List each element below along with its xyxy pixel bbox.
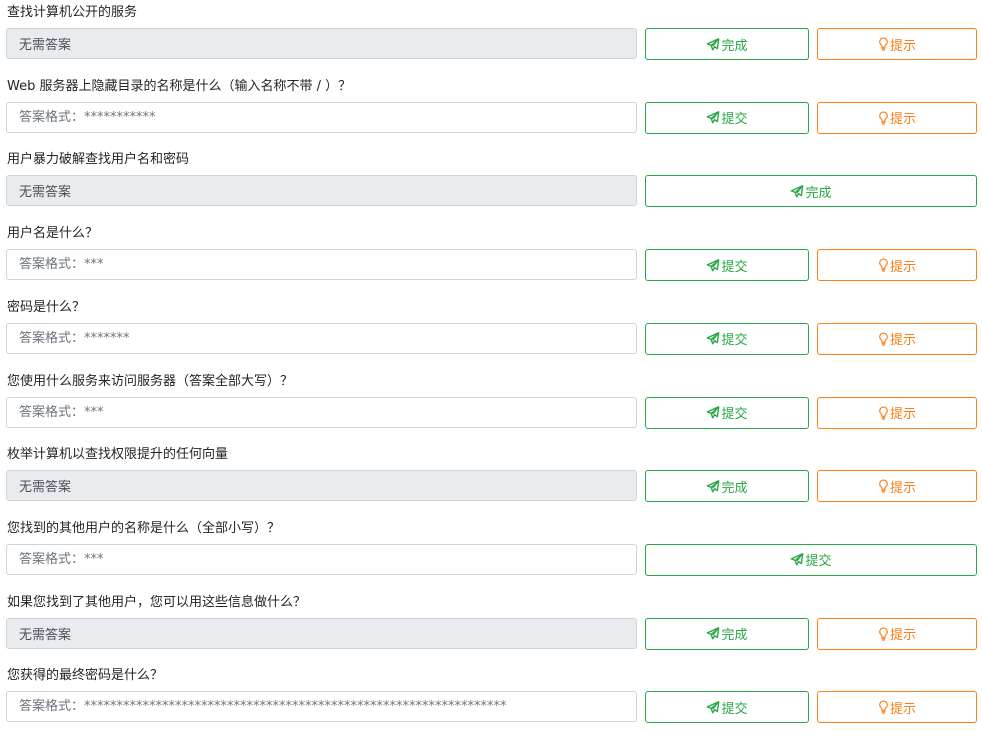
answer-input[interactable] xyxy=(6,617,637,649)
lightbulb-icon xyxy=(878,332,889,346)
answer-input[interactable] xyxy=(6,175,637,207)
question-text: 您获得的最终密码是什么？ xyxy=(7,668,164,684)
submit-label: 提交 xyxy=(721,112,748,128)
hint-label: 提示 xyxy=(889,407,916,422)
lightbulb-icon xyxy=(878,627,889,641)
answer-input[interactable] xyxy=(6,101,637,133)
hint-button[interactable]: 提示 xyxy=(817,101,977,134)
question-row: 用户暴力破解查找用户名和密码完成 xyxy=(0,149,982,223)
lightbulb-icon xyxy=(878,405,889,420)
submit-label: 提交 xyxy=(721,701,748,717)
submit-button[interactable]: 提交 xyxy=(645,543,977,576)
question-row: 您使用什么服务来访问服务器（答案全部大写）？ 提交 提示 xyxy=(0,371,982,445)
paper-plane-icon xyxy=(706,479,720,493)
lightbulb-icon xyxy=(878,258,889,272)
submit-label: 完成 xyxy=(805,185,832,201)
hint-label: 提示 xyxy=(889,112,916,128)
hint-label: 提示 xyxy=(889,701,916,717)
question-text: Web 服务器上隐藏目录的名称是什么（输入名称不带 / ）？ xyxy=(7,78,352,94)
hint-label: 提示 xyxy=(889,333,916,349)
complete-button[interactable]: 完成 xyxy=(645,470,809,503)
question-text: 密码是什么？ xyxy=(7,299,86,315)
question-text: 枚举计算机以查找权限提升的任何向量 xyxy=(7,447,229,463)
question-row: 您找到的其他用户的名称是什么（全部小写）？ 提交 xyxy=(0,518,982,592)
lightbulb-icon xyxy=(878,111,889,125)
answer-input[interactable] xyxy=(6,28,637,59)
answer-input[interactable] xyxy=(6,322,637,354)
question-row: 密码是什么？ 提交 提示 xyxy=(0,297,982,371)
hint-label: 提示 xyxy=(889,480,916,496)
question-row: 您获得的最终密码是什么？ 提交 提示 xyxy=(0,665,982,739)
answer-input[interactable] xyxy=(6,543,637,575)
paper-plane-icon xyxy=(790,553,804,566)
hint-button[interactable]: 提示 xyxy=(817,617,977,650)
hint-button[interactable]: 提示 xyxy=(817,691,977,724)
question-text: 用户暴力破解查找用户名和密码 xyxy=(7,152,190,168)
hint-button[interactable]: 提示 xyxy=(817,470,977,503)
submit-label: 完成 xyxy=(721,480,748,496)
hint-button[interactable]: 提示 xyxy=(817,249,977,282)
question-row: 查找计算机公开的服务完成 提示 xyxy=(0,2,982,76)
hint-button[interactable]: 提示 xyxy=(817,322,977,355)
paper-plane-icon xyxy=(706,700,720,714)
answer-input[interactable] xyxy=(6,470,637,502)
complete-button[interactable]: 完成 xyxy=(645,28,809,60)
submit-label: 提交 xyxy=(721,259,748,275)
question-text: 如果您找到了其他用户，您可以用这些信息做什么？ xyxy=(7,594,307,610)
hint-label: 提示 xyxy=(889,628,916,644)
paper-plane-icon xyxy=(706,332,720,345)
submit-button[interactable]: 提交 xyxy=(645,322,809,355)
question-text: 用户名是什么？ xyxy=(7,226,99,242)
question-row: 枚举计算机以查找权限提升的任何向量完成 提示 xyxy=(0,444,982,518)
hint-button[interactable]: 提示 xyxy=(817,28,977,60)
paper-plane-icon xyxy=(790,185,804,198)
question-text: 查找计算机公开的服务 xyxy=(7,5,138,20)
hint-button[interactable]: 提示 xyxy=(817,396,977,429)
question-row: 用户名是什么？ 提交 提示 xyxy=(0,223,982,297)
answer-input[interactable] xyxy=(6,396,637,428)
answer-input[interactable] xyxy=(6,249,637,281)
paper-plane-icon xyxy=(706,627,720,640)
question-text: 您找到的其他用户的名称是什么（全部小写）？ xyxy=(7,520,281,536)
submit-button[interactable]: 提交 xyxy=(645,691,809,724)
lightbulb-icon xyxy=(878,700,889,714)
submit-label: 提交 xyxy=(721,407,748,422)
paper-plane-icon xyxy=(706,37,720,51)
answer-input[interactable] xyxy=(6,691,637,723)
lightbulb-icon xyxy=(878,37,889,51)
paper-plane-icon xyxy=(706,111,720,124)
submit-label: 提交 xyxy=(721,333,748,349)
submit-button[interactable]: 提交 xyxy=(645,249,809,282)
paper-plane-icon xyxy=(706,406,720,419)
question-text: 您使用什么服务来访问服务器（答案全部大写）？ xyxy=(7,373,294,389)
submit-label: 完成 xyxy=(721,38,748,54)
complete-button[interactable]: 完成 xyxy=(645,617,809,650)
question-row: Web 服务器上隐藏目录的名称是什么（输入名称不带 / ）？ 提交 提示 xyxy=(0,76,982,150)
question-list: 查找计算机公开的服务完成提示Web 服务器上隐藏目录的名称是什么（输入名称不带 … xyxy=(0,0,982,731)
submit-label: 完成 xyxy=(721,628,748,644)
complete-button[interactable]: 完成 xyxy=(645,175,977,208)
hint-label: 提示 xyxy=(889,259,916,275)
lightbulb-icon xyxy=(878,479,889,493)
submit-button[interactable]: 提交 xyxy=(645,101,809,134)
hint-label: 提示 xyxy=(889,38,916,54)
paper-plane-icon xyxy=(706,258,720,272)
submit-button[interactable]: 提交 xyxy=(645,396,809,429)
submit-label: 提交 xyxy=(805,554,832,570)
question-row: 如果您找到了其他用户，您可以用这些信息做什么？ 完成 提示 xyxy=(0,592,982,666)
